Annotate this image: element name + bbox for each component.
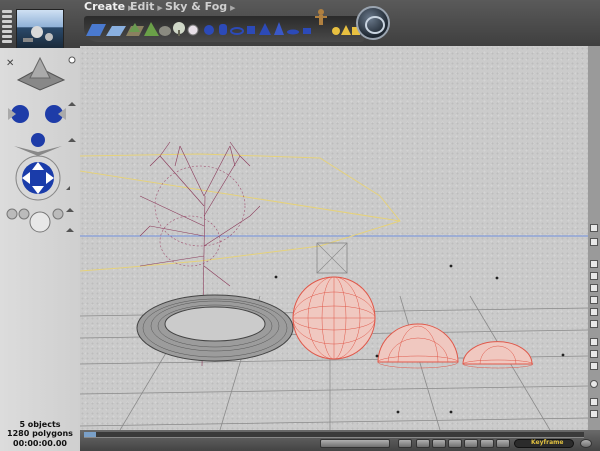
terrain-icon[interactable] — [144, 20, 159, 37]
close-icon[interactable]: ✕ — [6, 58, 14, 69]
nano-preview-thumbnail[interactable] — [16, 9, 64, 49]
menu-create-label: Create — [84, 0, 126, 13]
view-control[interactable]: ✕ — [4, 52, 76, 92]
tool-h-icon[interactable] — [590, 350, 598, 358]
tool-e-icon[interactable] — [590, 308, 598, 316]
tool-i-icon[interactable] — [590, 362, 598, 370]
cylinder-icon[interactable] — [216, 20, 231, 37]
tool-d-icon[interactable] — [590, 296, 598, 304]
camera-cross-control[interactable] — [10, 154, 70, 202]
tool-b-icon[interactable] — [590, 272, 598, 280]
menu-sky-fog[interactable]: Sky & Fog ▶ — [165, 0, 236, 13]
timeline-scrubber[interactable] — [84, 432, 584, 438]
tree-icon[interactable] — [172, 20, 187, 37]
square-icon[interactable] — [300, 20, 315, 37]
menu-edit[interactable]: Edit ▶ — [130, 0, 163, 13]
brush-icon[interactable] — [590, 224, 598, 232]
cloud-plane-icon[interactable] — [126, 20, 144, 37]
stone-icon[interactable] — [158, 20, 173, 37]
eraser-icon[interactable] — [590, 238, 598, 246]
object-count: 5 objects — [19, 420, 61, 429]
create-palette — [84, 9, 364, 42]
bryce-window: Create ▶ Edit ▶ Sky & Fog ▶ ✕ 5 objects … — [0, 0, 600, 451]
time-display: 00:00:00.00 — [13, 439, 67, 448]
torus-icon[interactable] — [230, 20, 245, 37]
animation-bar: Keyframe — [80, 430, 600, 451]
fast-forward-button[interactable] — [480, 439, 494, 448]
triangle-right-icon: ▶ — [157, 4, 163, 12]
cube-icon[interactable] — [244, 20, 259, 37]
step-back-button[interactable] — [432, 439, 446, 448]
wireframe-viewport[interactable] — [80, 46, 588, 430]
cone-icon[interactable] — [272, 20, 287, 37]
triangle-right-icon: ▶ — [230, 4, 236, 12]
globe-icon[interactable] — [590, 380, 598, 388]
selection-outline — [80, 153, 401, 272]
dome-wireframe — [462, 341, 534, 369]
symmetrical-lattice-icon[interactable] — [186, 20, 201, 37]
zoom-out-icon[interactable] — [590, 410, 598, 418]
poser-figure-icon[interactable] — [314, 8, 329, 34]
menu-edit-label: Edit — [130, 0, 155, 13]
play-button[interactable] — [448, 439, 462, 448]
keyframe-control[interactable]: Keyframe — [514, 439, 574, 448]
menu-create[interactable]: Create ▶ — [84, 0, 134, 13]
disk-icon[interactable] — [286, 20, 301, 37]
hemisphere-wireframe — [377, 323, 459, 369]
menu-sky-fog-label: Sky & Fog — [165, 0, 228, 13]
keyframe-label: Keyframe — [531, 439, 564, 446]
tool-g-icon[interactable] — [590, 338, 598, 346]
rewind-button[interactable] — [416, 439, 430, 448]
camera-trackball-icon[interactable] — [4, 98, 76, 130]
tool-f-icon[interactable] — [590, 320, 598, 328]
scene-canvas — [80, 141, 588, 430]
infinite-plane-icon[interactable] — [86, 20, 106, 37]
preview-image — [23, 26, 53, 42]
tool-a-icon[interactable] — [590, 260, 598, 268]
time-cursor[interactable] — [84, 432, 96, 437]
top-toolbar: Create ▶ Edit ▶ Sky & Fog ▶ — [0, 0, 600, 49]
end-button[interactable] — [496, 439, 510, 448]
polygon-count: 1280 polygons — [7, 429, 73, 438]
render-spheres-icon[interactable] — [4, 202, 76, 238]
pyramid-icon[interactable] — [258, 20, 273, 37]
memory-buttons[interactable] — [320, 439, 390, 448]
tool-c-icon[interactable] — [590, 284, 598, 292]
zoom-icon[interactable] — [590, 398, 598, 406]
control-panel: ✕ 5 objects 1280 polygons 00:00:00.00 — [0, 48, 80, 451]
options-icon[interactable] — [580, 439, 592, 448]
sphere-wireframe — [292, 276, 376, 360]
record-button[interactable] — [398, 439, 412, 448]
torus-wireframe — [136, 294, 294, 362]
step-forward-button[interactable] — [464, 439, 478, 448]
water-plane-icon[interactable] — [106, 20, 126, 37]
memory-dots[interactable] — [2, 10, 12, 46]
bryce-logo-button[interactable] — [356, 6, 390, 40]
right-toolbar — [588, 46, 600, 430]
sphere-icon[interactable] — [202, 20, 217, 37]
